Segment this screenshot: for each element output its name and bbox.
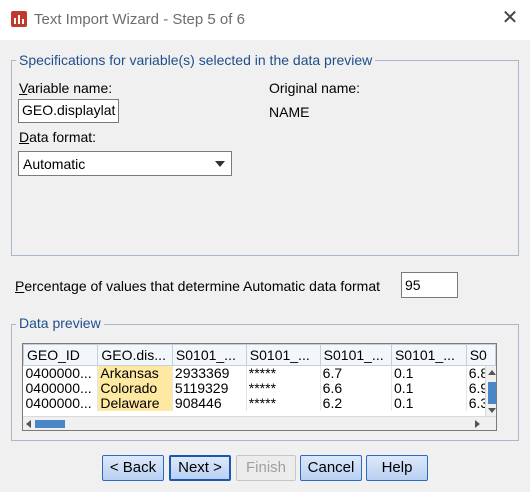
column-header[interactable]: S0101_...	[245, 344, 321, 366]
table-cell[interactable]: Colorado	[97, 381, 173, 396]
cancel-button[interactable]: Cancel	[300, 455, 362, 481]
close-icon[interactable]: ✕	[500, 8, 520, 28]
column-header[interactable]: S0101_...	[319, 344, 392, 366]
table-cell[interactable]: *****	[246, 365, 321, 381]
table-cell[interactable]: *****	[246, 381, 321, 396]
table-cell[interactable]: 5119329	[172, 381, 247, 396]
help-button[interactable]: Help	[366, 455, 428, 481]
data-format-dropdown[interactable]: Automatic	[18, 151, 232, 176]
table-row: 0400000... Colorado 5119329 ***** 6.6 0.…	[23, 381, 496, 396]
scroll-down-icon[interactable]	[488, 408, 496, 413]
back-button-label: < Back	[109, 459, 157, 476]
table-cell[interactable]: 0.1	[391, 381, 467, 396]
column-header[interactable]: GEO.dis...	[97, 344, 173, 366]
table-cell[interactable]: 2933369	[172, 365, 247, 381]
scroll-right-icon[interactable]	[475, 420, 480, 428]
table-cell[interactable]: 0400000...	[23, 381, 99, 396]
next-button-label: Next >	[178, 459, 222, 476]
horizontal-scrollbar[interactable]	[23, 416, 496, 430]
column-header[interactable]: S0101_...	[390, 344, 467, 366]
table-cell[interactable]: Arkansas	[97, 365, 173, 381]
data-format-value: Automatic	[23, 156, 86, 172]
scroll-left-icon[interactable]	[26, 420, 31, 428]
table-cell[interactable]: *****	[246, 396, 321, 411]
original-name-label: Original name:	[269, 80, 361, 96]
table-row: 0400000... Arkansas 2933369 ***** 6.7 0.…	[23, 365, 496, 381]
table-cell[interactable]: 6.7	[320, 365, 392, 381]
cancel-button-label: Cancel	[307, 459, 355, 476]
variable-name-label: Variable name:	[19, 80, 113, 96]
chevron-down-icon[interactable]	[209, 152, 231, 175]
variable-name-input[interactable]: GEO.displaylat	[18, 99, 119, 123]
table-cell[interactable]: 0400000...	[23, 365, 99, 381]
finish-button[interactable]: Finish	[236, 455, 296, 481]
table-cell[interactable]: 0.1	[391, 396, 467, 411]
vertical-scroll-thumb[interactable]	[488, 382, 496, 404]
title-bar: Text Import Wizard - Step 5 of 6 ✕	[0, 0, 530, 40]
window-title: Text Import Wizard - Step 5 of 6	[34, 11, 245, 28]
vertical-scrollbar[interactable]	[485, 366, 496, 416]
horizontal-scroll-thumb[interactable]	[35, 420, 65, 428]
table-cell[interactable]: 6.2	[320, 396, 392, 411]
data-preview-grid[interactable]: GEO_ID GEO.dis... S0101_... S0101_... S0…	[22, 343, 497, 431]
table-header-row: GEO_ID GEO.dis... S0101_... S0101_... S0…	[23, 344, 496, 366]
original-name-value: NAME	[269, 104, 310, 120]
data-preview-table: GEO_ID GEO.dis... S0101_... S0101_... S0…	[23, 344, 496, 411]
scroll-up-icon[interactable]	[488, 370, 496, 375]
next-button[interactable]: Next >	[169, 455, 231, 481]
percentage-label: Percentage of values that determine Auto…	[15, 278, 380, 294]
column-header[interactable]: S0101_...	[171, 344, 247, 366]
spss-app-icon	[11, 11, 27, 27]
finish-button-label: Finish	[245, 459, 286, 476]
data-format-label: Data format:	[19, 129, 97, 145]
table-cell[interactable]: 908446	[172, 396, 247, 411]
data-preview-legend: Data preview	[16, 315, 104, 331]
back-button[interactable]: < Back	[102, 455, 164, 481]
table-cell[interactable]: Delaware	[97, 396, 173, 411]
specifications-legend: Specifications for variable(s) selected …	[16, 52, 376, 68]
percentage-input[interactable]: 95	[401, 272, 458, 298]
table-cell[interactable]: 6.6	[320, 381, 392, 396]
table-cell[interactable]: 0400000...	[23, 396, 99, 411]
column-header[interactable]: GEO_ID	[23, 344, 99, 366]
column-header[interactable]: S0	[465, 344, 496, 366]
table-row: 0400000... Delaware 908446 ***** 6.2 0.1…	[23, 396, 496, 411]
table-cell[interactable]: 0.1	[391, 365, 467, 381]
help-button-label: Help	[381, 459, 413, 476]
